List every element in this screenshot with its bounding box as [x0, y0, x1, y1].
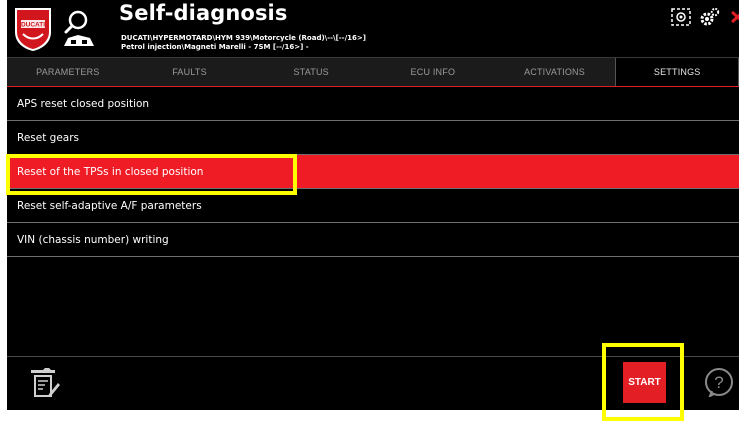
tab-settings[interactable]: SETTINGS	[615, 58, 739, 86]
tab-parameters[interactable]: PARAMETERS	[7, 58, 129, 86]
page-title: Self-diagnosis	[119, 1, 288, 25]
list-item[interactable]: APS reset closed position	[7, 87, 739, 121]
help-icon[interactable]: ?	[704, 367, 734, 397]
ecu-path: Petrol injection\Magneti Marelli - 7SM […	[121, 43, 309, 51]
highlight-box-start-button	[602, 343, 684, 421]
list-item[interactable]: VIN (chassis number) writing	[7, 223, 739, 257]
tab-status[interactable]: STATUS	[250, 58, 373, 86]
tab-bar: PARAMETERS FAULTS STATUS ECU INFO ACTIVA…	[7, 57, 739, 87]
header: DUCATI Self-diagnosis DUCATI\HYPERMOTARD…	[7, 0, 739, 57]
vehicle-path: DUCATI\HYPERMOTARD\HYM 939\Motorcycle (R…	[121, 34, 366, 42]
edit-settings-icon[interactable]	[29, 366, 61, 400]
highlight-box-selected-row	[6, 154, 297, 195]
tab-faults[interactable]: FAULTS	[128, 58, 251, 86]
gear-icon[interactable]	[697, 6, 721, 28]
help-glyph: ?	[714, 373, 723, 392]
tab-activations[interactable]: ACTIVATIONS	[493, 58, 616, 86]
ducati-logo-icon: DUCATI	[15, 8, 51, 51]
logo-text: DUCATI	[21, 22, 45, 29]
screen-capture-icon[interactable]	[671, 8, 691, 26]
search-vehicle-icon[interactable]	[62, 8, 96, 48]
list-item[interactable]: Reset gears	[7, 121, 739, 155]
close-icon[interactable]	[731, 10, 739, 24]
tab-ecu-info[interactable]: ECU INFO	[372, 58, 494, 86]
